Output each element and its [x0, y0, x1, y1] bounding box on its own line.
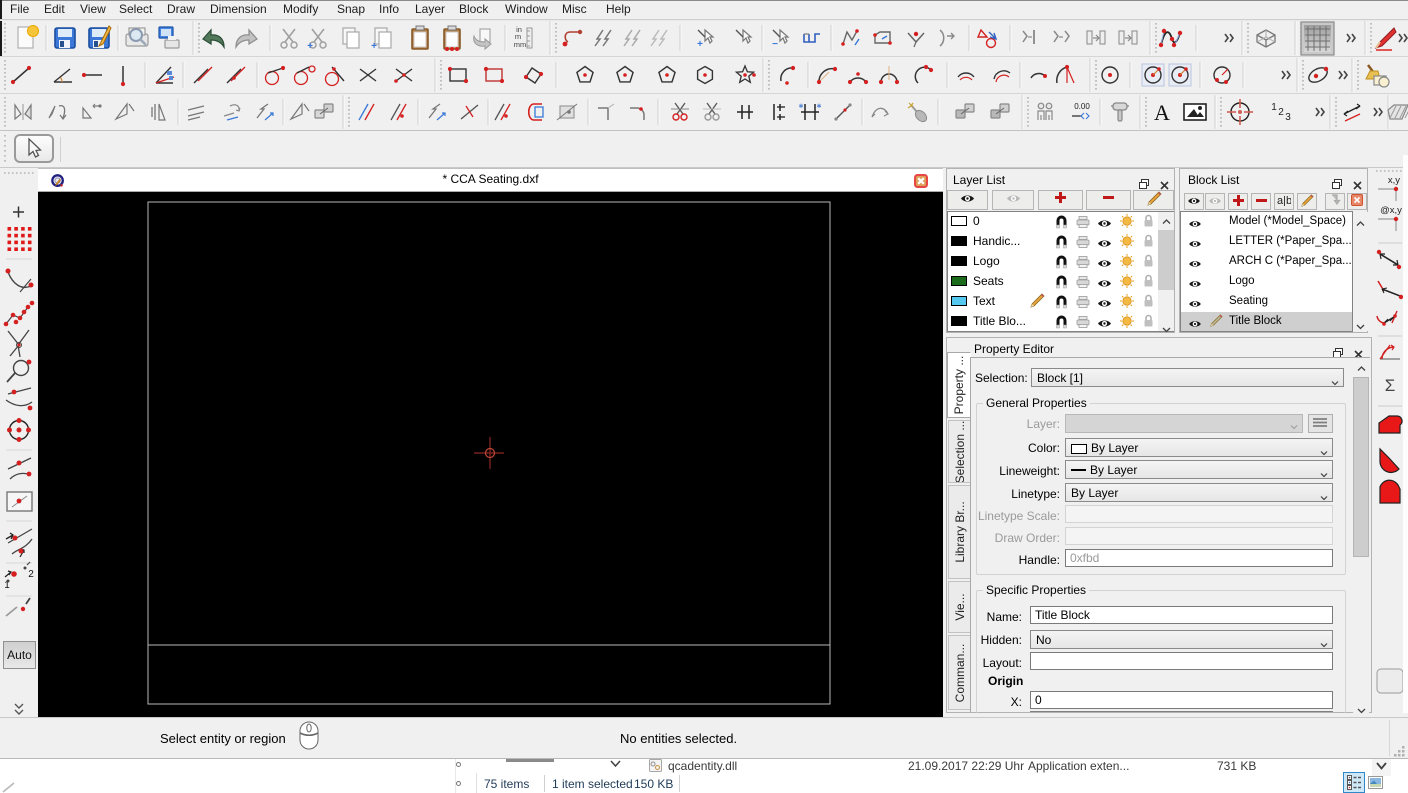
svg-text:a|b: a|b	[1277, 195, 1291, 206]
svg-text:+: +	[697, 39, 703, 50]
svg-text:x,y: x,y	[1388, 175, 1400, 186]
svg-text:mm: mm	[514, 40, 527, 49]
svg-text:2: 2	[28, 569, 34, 580]
svg-text:A: A	[1154, 100, 1170, 125]
svg-text:+: +	[307, 41, 313, 52]
svg-text:Σ: Σ	[1385, 376, 1396, 395]
svg-text:+: +	[371, 41, 377, 52]
svg-text:✱: ✱	[798, 103, 803, 110]
svg-text:1: 1	[1271, 102, 1277, 113]
svg-text:0.00: 0.00	[1074, 102, 1090, 111]
svg-text:−: −	[772, 39, 778, 50]
svg-text:✱: ✱	[816, 103, 821, 110]
svg-text:@x,y: @x,y	[1380, 205, 1402, 216]
svg-text:3: 3	[1285, 112, 1291, 123]
svg-text:2: 2	[1278, 107, 1284, 118]
